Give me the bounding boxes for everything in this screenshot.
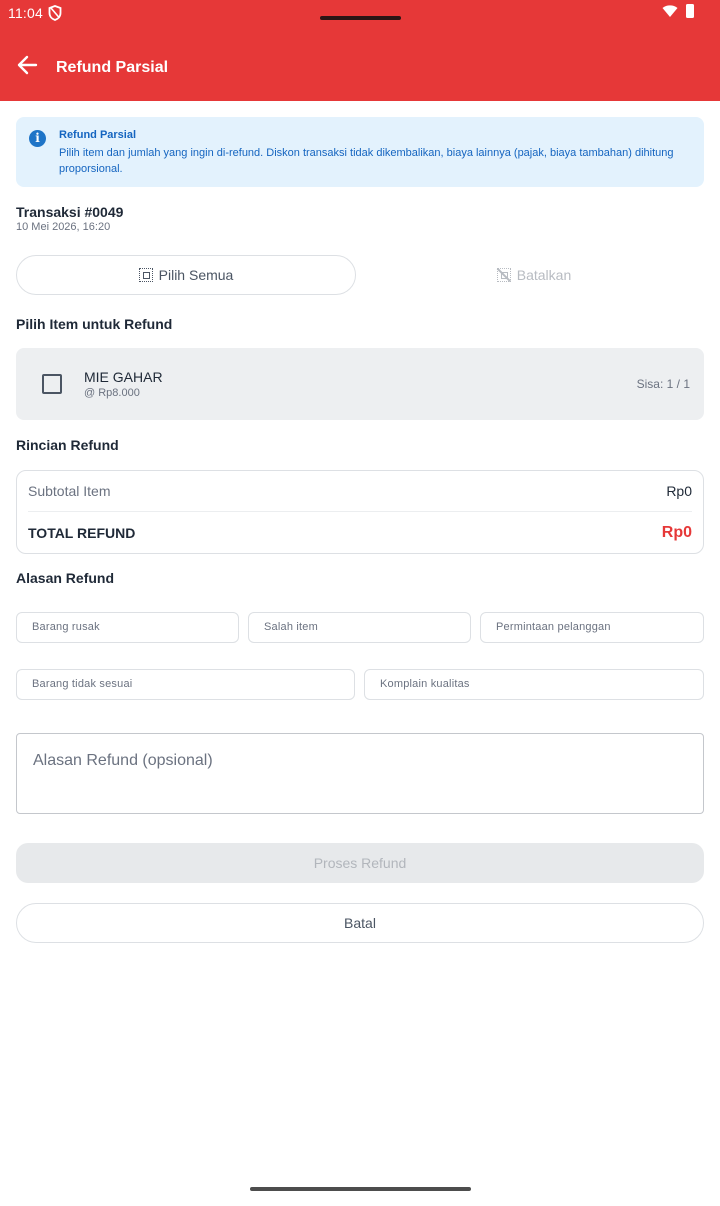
info-banner-title: Refund Parsial: [59, 129, 137, 141]
status-bar: 11:04: [0, 0, 720, 28]
reason-chip-barang-rusak[interactable]: Barang rusak: [16, 612, 239, 643]
info-banner: i Refund Parsial Pilih item dan jumlah y…: [16, 117, 704, 187]
summary-heading: Rincian Refund: [16, 437, 119, 453]
battery-icon: [686, 4, 694, 18]
cancel-button[interactable]: Batal: [16, 903, 704, 943]
gesture-navigation-bar[interactable]: [250, 1187, 471, 1191]
list-item[interactable]: MIE GAHAR @ Rp8.000 Sisa: 1 / 1: [16, 348, 704, 420]
total-refund-label: TOTAL REFUND: [28, 525, 136, 541]
item-name: MIE GAHAR: [84, 369, 163, 385]
transaction-title: Transaksi #0049: [16, 204, 124, 220]
status-time: 11:04: [8, 5, 43, 21]
process-refund-button[interactable]: Proses Refund: [16, 843, 704, 883]
reason-chip-komplain-kualitas[interactable]: Komplain kualitas: [364, 669, 704, 700]
process-refund-label: Proses Refund: [313, 855, 407, 871]
app-bar: Refund Parsial: [0, 28, 720, 101]
select-all-button[interactable]: Pilih Semua: [16, 255, 356, 295]
select-all-icon: [138, 268, 153, 282]
info-banner-text: Pilih item dan jumlah yang ingin di-refu…: [59, 147, 674, 175]
deselect-all-label: Batalkan: [516, 267, 572, 283]
refund-summary-card: Subtotal Item Rp0 TOTAL REFUND Rp0: [16, 470, 704, 554]
refund-reason-input[interactable]: Alasan Refund (opsional): [16, 733, 704, 814]
camera-notch: [320, 16, 401, 20]
reason-chip-barang-tidak-sesuai[interactable]: Barang tidak sesuai: [16, 669, 355, 700]
reason-chip-permintaan-pelanggan[interactable]: Permintaan pelanggan: [480, 612, 704, 643]
reason-heading: Alasan Refund: [16, 570, 115, 586]
back-arrow-icon[interactable]: [16, 55, 38, 75]
items-heading: Pilih Item untuk Refund: [16, 316, 173, 332]
item-remaining: Sisa: 1 / 1: [636, 377, 690, 391]
page-title: Refund Parsial: [56, 59, 169, 76]
shield-icon: [48, 5, 62, 21]
subtotal-value: Rp0: [666, 483, 692, 499]
divider: [28, 511, 692, 512]
refund-reason-placeholder: Alasan Refund (opsional): [33, 752, 213, 769]
item-price: @ Rp8.000: [84, 387, 140, 399]
info-icon: i: [29, 130, 46, 147]
wifi-icon: [662, 5, 678, 17]
deselect-all-icon: [496, 268, 511, 282]
reason-chip-salah-item[interactable]: Salah item: [248, 612, 471, 643]
item-checkbox[interactable]: [42, 374, 62, 394]
cancel-label: Batal: [344, 915, 376, 931]
deselect-all-button[interactable]: Batalkan: [364, 255, 704, 295]
total-refund-value: Rp0: [661, 524, 692, 541]
select-all-label: Pilih Semua: [158, 267, 234, 283]
transaction-date: 10 Mei 2026, 16:20: [16, 221, 111, 233]
subtotal-label: Subtotal Item: [28, 483, 111, 499]
